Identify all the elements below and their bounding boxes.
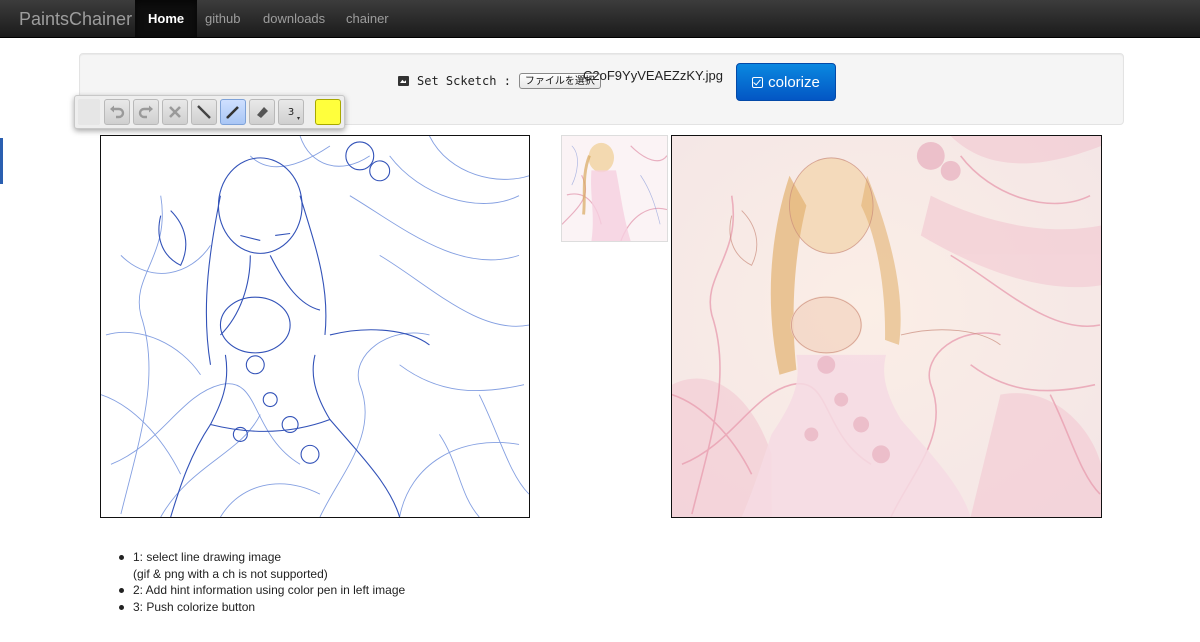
colorize-label: colorize xyxy=(768,73,820,91)
hint-thumbnail xyxy=(561,135,668,242)
eraser-icon xyxy=(257,107,268,118)
nav-home[interactable]: Home xyxy=(135,0,198,37)
pen-width-select[interactable]: 3 ▾ xyxy=(278,99,304,125)
thumbnail-image xyxy=(562,136,667,241)
colorized-image xyxy=(672,136,1101,517)
sketch-label: Set Scketch : xyxy=(417,74,511,88)
clear-icon xyxy=(169,106,181,118)
undo-button[interactable] xyxy=(104,99,130,125)
drawing-toolbar: 3 ▾ xyxy=(74,95,345,129)
undo-icon xyxy=(110,105,125,119)
colorize-button[interactable]: colorize xyxy=(736,63,836,101)
picture-icon xyxy=(398,76,409,86)
instruction-step-2: 2: Add hint information using color pen … xyxy=(119,582,405,599)
colorized-result xyxy=(671,135,1102,518)
nav-downloads[interactable]: downloads xyxy=(250,0,338,37)
toolbar-grip[interactable] xyxy=(78,99,100,125)
line-drawing-image xyxy=(101,136,529,517)
pen-tool-button[interactable] xyxy=(220,99,246,125)
window-edge xyxy=(0,138,3,184)
pen-color-swatch[interactable] xyxy=(315,99,341,125)
clear-button[interactable] xyxy=(162,99,188,125)
navbar: PaintsChainer Home github downloads chai… xyxy=(0,0,1200,38)
redo-icon xyxy=(138,105,153,119)
pen-width-value: 3 xyxy=(287,106,295,118)
sketch-upload-row: Set Scketch : ファイルを選択 xyxy=(398,72,601,90)
dropdown-caret-icon: ▾ xyxy=(296,116,300,122)
sketch-canvas[interactable] xyxy=(100,135,530,518)
instruction-step-3: 3: Push colorize button xyxy=(119,599,405,616)
nav-chainer[interactable]: chainer xyxy=(333,0,402,37)
nav-github[interactable]: github xyxy=(192,0,253,37)
instructions-list: 1: select line drawing image (gif & png … xyxy=(119,549,405,615)
eraser-tool-button[interactable] xyxy=(249,99,275,125)
line-icon xyxy=(197,105,211,119)
redo-button[interactable] xyxy=(133,99,159,125)
brand-logo[interactable]: PaintsChainer xyxy=(19,9,132,30)
instruction-step-1: 1: select line drawing image xyxy=(119,549,405,566)
instruction-note: (gif & png with a ch is not supported) xyxy=(133,566,328,581)
pen-icon xyxy=(226,106,239,119)
line-tool-button[interactable] xyxy=(191,99,217,125)
selected-file-name: C2oF9YyVEAEZzKY.jpg xyxy=(583,68,723,83)
check-square-icon xyxy=(752,76,764,88)
